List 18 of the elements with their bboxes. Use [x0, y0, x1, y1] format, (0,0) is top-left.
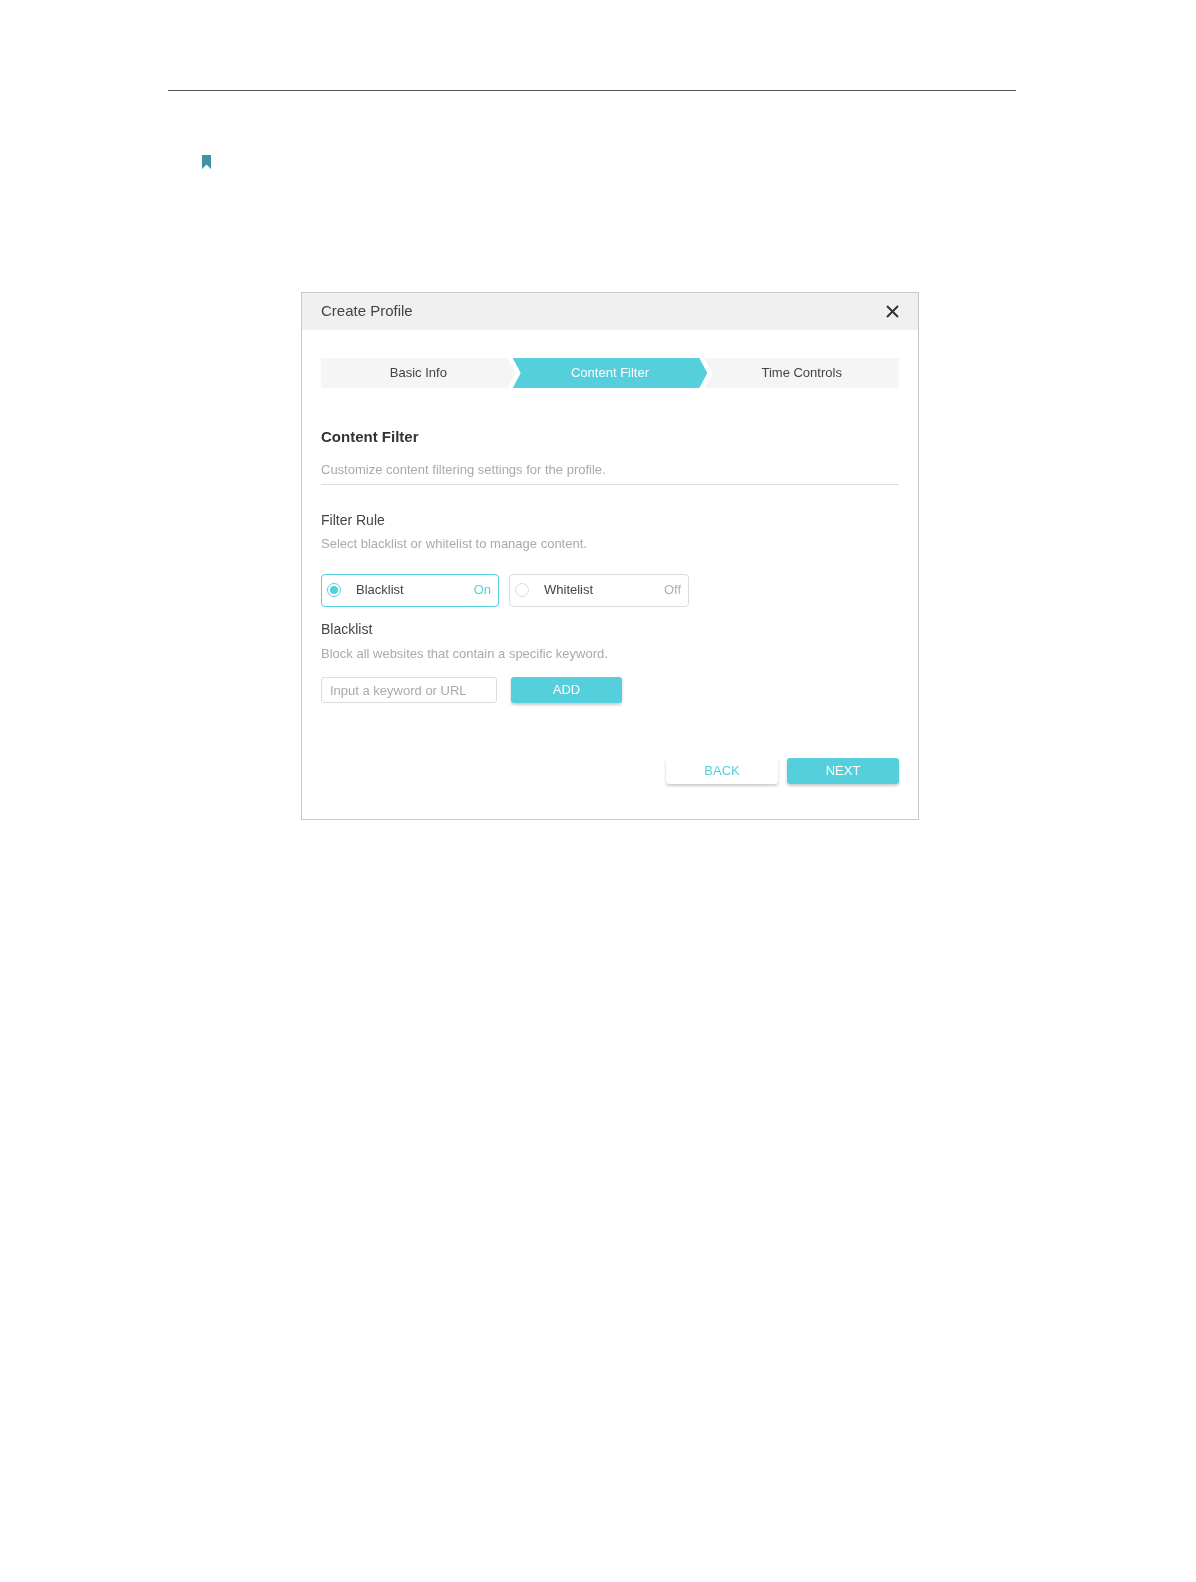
close-icon[interactable]	[886, 305, 899, 318]
option-label: Whitelist	[544, 581, 595, 600]
step-tab[interactable]: Time Controls	[704, 358, 899, 388]
rule-option[interactable]: Blacklist On	[321, 573, 499, 607]
option-label: Blacklist	[356, 581, 405, 600]
section-description: Customize content filtering settings for the profile.	[321, 459, 899, 485]
bookmark-icon	[202, 155, 211, 169]
option-status: Off	[663, 581, 681, 600]
step-tab[interactable]: Basic Info	[321, 358, 516, 388]
section-title: Content Filter	[321, 427, 420, 447]
filter-rule-title: Filter Rule	[321, 511, 386, 530]
dialog-title: Create Profile	[321, 301, 413, 322]
keyword-input[interactable]: Input a keyword or URL	[321, 677, 497, 703]
filter-rule-description: Select blacklist or whitelist to manage content.	[321, 535, 588, 553]
option-status: On	[473, 581, 491, 600]
rule-option[interactable]: Whitelist Off	[509, 573, 689, 607]
list-title: Blacklist	[321, 619, 374, 639]
list-description: Block all websites that contain a specific keyword.	[321, 644, 609, 663]
